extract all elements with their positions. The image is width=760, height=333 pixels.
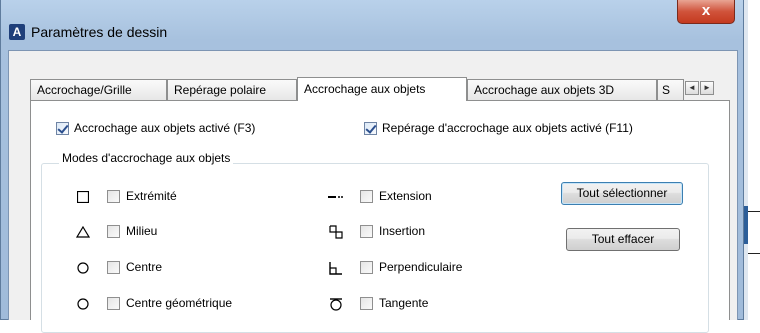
center-checkbox[interactable] [107, 261, 120, 274]
endpoint-checkbox[interactable] [107, 190, 120, 203]
tangent-label: Tangente [379, 296, 429, 310]
extension-checkbox[interactable] [360, 190, 373, 203]
clear-all-button[interactable]: Tout effacer [566, 228, 680, 251]
tab-object-snap[interactable]: Accrochage aux objets [297, 77, 467, 101]
snap-modes-group-title: Modes d'accrochage aux objets [59, 151, 234, 165]
close-button[interactable]: x [677, 0, 735, 24]
insertion-checkbox[interactable] [360, 225, 373, 238]
background-scrollbar[interactable] [744, 0, 748, 320]
tab-truncated[interactable]: S [657, 79, 684, 100]
background-strip [744, 0, 760, 320]
endpoint-label: Extrémité [126, 189, 177, 203]
insertion-icon [326, 224, 346, 240]
extension-icon [326, 189, 346, 205]
extension-label: Extension [379, 189, 432, 203]
osnap-on-checkbox[interactable] [56, 122, 69, 135]
square-icon [73, 189, 93, 205]
background-line [748, 253, 760, 254]
background-line [748, 211, 760, 212]
center-label: Centre [126, 260, 163, 274]
insertion-label: Insertion [379, 224, 426, 238]
autocad-app-icon: A [9, 24, 25, 40]
perpendicular-icon [326, 260, 346, 276]
perpendicular-label: Perpendiculaire [379, 260, 463, 274]
otrack-on-label: Repérage d'accrochage aux objets activé … [382, 121, 633, 135]
circle-icon [73, 260, 93, 276]
tab-scroll-left-icon[interactable]: ◄ [685, 81, 699, 95]
tab-3d-object-snap[interactable]: Accrochage aux objets 3D [467, 79, 657, 100]
geometric-center-icon [73, 296, 93, 312]
title-bar[interactable]: A Paramètres de dessin x [1, 0, 743, 50]
drawing-settings-dialog: A Paramètres de dessin x Accrochage/Gril… [0, 0, 744, 333]
perpendicular-checkbox[interactable] [360, 261, 373, 274]
osnap-on-label: Accrochage aux objets activé (F3) [74, 121, 256, 135]
geometric-center-label: Centre géométrique [126, 296, 233, 310]
select-all-button[interactable]: Tout sélectionner [561, 182, 683, 205]
otrack-on-checkbox[interactable] [364, 122, 377, 135]
midpoint-label: Milieu [126, 224, 158, 238]
window-title: Paramètres de dessin [31, 24, 168, 40]
tab-scroll-right-icon[interactable]: ► [700, 81, 714, 95]
geometric-center-checkbox[interactable] [107, 297, 120, 310]
tangent-icon [326, 296, 346, 312]
tab-snap-grid[interactable]: Accrochage/Grille [30, 79, 167, 100]
triangle-icon [73, 224, 93, 240]
tangent-checkbox[interactable] [360, 297, 373, 310]
tab-polar-tracking[interactable]: Repérage polaire [167, 79, 297, 100]
midpoint-checkbox[interactable] [107, 225, 120, 238]
